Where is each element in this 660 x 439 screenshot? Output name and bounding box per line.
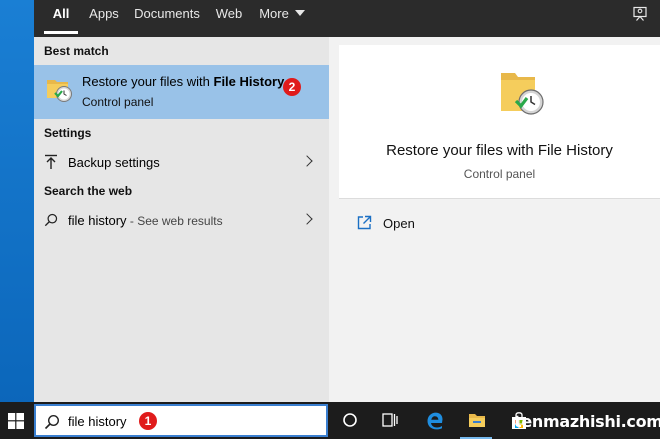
search-icon <box>44 213 58 227</box>
best-match-header: Best match <box>44 44 109 58</box>
search-icon <box>44 414 60 430</box>
preview-card: Restore your files with File History Con… <box>339 45 660 198</box>
preview-title: Restore your files with File History <box>386 142 613 159</box>
best-match-title: Restore your files with File History <box>82 74 284 89</box>
windows-logo-icon <box>8 413 24 429</box>
tab-web-label: Web <box>215 6 243 21</box>
chevron-right-icon <box>301 213 313 225</box>
preview-subtitle: Control panel <box>463 167 536 181</box>
settings-item-label: Backup settings <box>68 155 160 170</box>
open-external-icon <box>357 215 372 230</box>
tab-web[interactable]: Web <box>212 0 246 37</box>
settings-item-backup[interactable]: Backup settings <box>34 147 329 177</box>
best-match-title-prefix: Restore your files with <box>82 74 214 89</box>
web-query: file history <box>68 213 127 228</box>
preview-panel: Restore your files with File History Con… <box>329 37 660 402</box>
tab-more-label: More <box>259 6 289 21</box>
tab-documents-label: Documents <box>134 6 200 21</box>
tab-apps[interactable]: Apps <box>84 0 124 37</box>
web-search-result[interactable]: file history - See web results <box>34 205 329 235</box>
settings-header: Settings <box>44 126 92 140</box>
file-history-large-icon <box>501 73 544 115</box>
chevron-down-icon <box>294 10 305 16</box>
chevron-right-icon <box>301 155 313 167</box>
web-header: Search the web <box>44 184 133 198</box>
watermark: tenmazhishi.com <box>514 412 660 431</box>
web-result-label: file history - See web results <box>68 213 223 228</box>
edge-button[interactable] <box>414 402 454 439</box>
cortana-button[interactable] <box>330 402 370 439</box>
taskbar-search-box[interactable]: 1 <box>34 404 328 437</box>
file-history-icon <box>47 80 72 102</box>
tab-all[interactable]: All <box>44 0 78 37</box>
tab-apps-label: Apps <box>89 6 119 21</box>
task-view-button[interactable] <box>370 402 410 439</box>
edge-icon <box>427 412 443 430</box>
upload-arrow-icon <box>45 154 57 169</box>
step-badge-2: 2 <box>283 78 301 96</box>
tab-documents[interactable]: Documents <box>132 0 202 37</box>
search-input[interactable] <box>68 412 178 430</box>
best-match-subtitle: Control panel <box>82 95 154 109</box>
cortana-icon <box>343 413 357 427</box>
best-match-title-bold: File History <box>213 74 285 89</box>
web-suffix: - See web results <box>126 214 223 228</box>
search-filter-bar: All Apps Documents Web More <box>34 0 660 37</box>
best-match-result[interactable]: Restore your files with File History Con… <box>34 65 329 119</box>
task-view-icon <box>382 413 398 427</box>
start-button[interactable] <box>0 402 34 439</box>
open-label: Open <box>383 216 415 231</box>
tab-all-label: All <box>52 6 70 21</box>
tab-more[interactable]: More <box>256 0 308 37</box>
preview-divider <box>339 198 660 199</box>
file-explorer-icon <box>469 414 485 427</box>
search-results-panel: Best match Restore your files with File … <box>34 37 329 402</box>
step-badge-1: 1 <box>139 412 157 430</box>
file-explorer-button[interactable] <box>456 402 496 439</box>
feedback-icon[interactable] <box>632 6 648 22</box>
